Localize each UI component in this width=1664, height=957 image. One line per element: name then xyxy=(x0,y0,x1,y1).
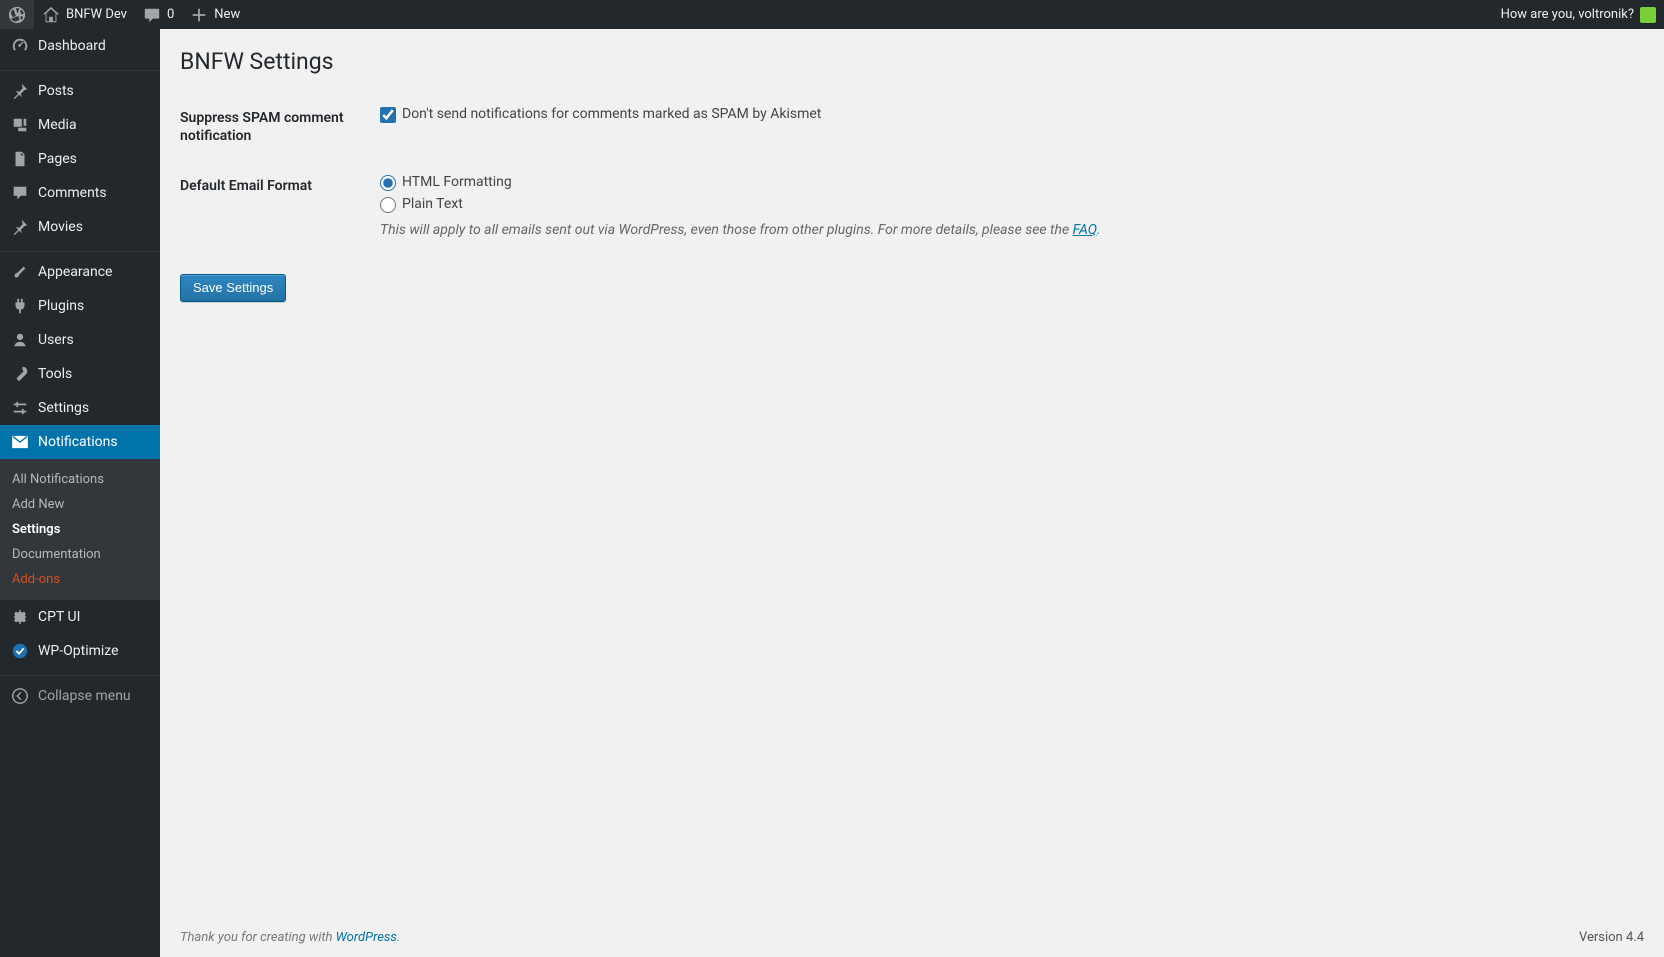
sidebar-separator xyxy=(0,671,160,676)
media-icon xyxy=(10,115,30,135)
wordpress-link[interactable]: WordPress xyxy=(336,930,397,945)
collapse-arrow-icon xyxy=(10,686,30,706)
submenu-item-all-notifications[interactable]: All Notifications xyxy=(0,467,160,492)
howdy-text: How are you, voltronik? xyxy=(1501,7,1634,22)
footer-text: Thank you for creating with xyxy=(180,930,336,945)
email-format-description: This will apply to all emails sent out v… xyxy=(380,221,1634,241)
pin-icon xyxy=(10,217,30,237)
envelope-icon xyxy=(10,432,30,452)
radio-text: Plain Text xyxy=(402,195,463,215)
sidebar-item-label: WP-Optimize xyxy=(38,643,119,659)
email-format-plain-radio[interactable] xyxy=(380,197,396,213)
dashboard-icon xyxy=(10,36,30,56)
sidebar-item-label: Users xyxy=(38,332,74,348)
sidebar-collapse[interactable]: Collapse menu xyxy=(0,679,160,713)
row-label: Suppress SPAM comment notification xyxy=(180,97,380,165)
submenu-item-addons[interactable]: Add-ons xyxy=(0,567,160,592)
comment-icon xyxy=(10,183,30,203)
wrench-icon xyxy=(10,364,30,384)
sidebar-item-plugins[interactable]: Plugins xyxy=(0,289,160,323)
sidebar-item-dashboard[interactable]: Dashboard xyxy=(0,29,160,63)
user-icon xyxy=(10,330,30,350)
row-email-format: Default Email Format HTML Formatting Pla… xyxy=(180,165,1644,260)
new-content-label: New xyxy=(214,7,240,22)
sidebar-separator xyxy=(0,66,160,71)
home-icon xyxy=(42,6,60,24)
avatar xyxy=(1640,7,1656,23)
checkbox-text: Don't send notifications for comments ma… xyxy=(402,105,821,125)
sidebar-item-label: Notifications xyxy=(38,434,118,450)
sidebar-item-users[interactable]: Users xyxy=(0,323,160,357)
sidebar-item-label: Settings xyxy=(38,400,89,416)
gear-icon xyxy=(10,607,30,627)
footer-text: . xyxy=(397,930,400,945)
sidebar-item-notifications[interactable]: Notifications xyxy=(0,425,160,459)
sidebar-item-label: Plugins xyxy=(38,298,84,314)
comments-link[interactable]: 0 xyxy=(135,0,182,29)
admin-bar: BNFW Dev 0 New How are you, voltronik? xyxy=(0,0,1664,29)
page-icon xyxy=(10,149,30,169)
sidebar-collapse-label: Collapse menu xyxy=(38,688,131,704)
sidebar-item-tools[interactable]: Tools xyxy=(0,357,160,391)
sidebar-item-appearance[interactable]: Appearance xyxy=(0,255,160,289)
content-body: BNFW Settings Suppress SPAM comment noti… xyxy=(160,29,1664,957)
brush-icon xyxy=(10,262,30,282)
submenu-item-settings[interactable]: Settings xyxy=(0,517,160,542)
site-name-link[interactable]: BNFW Dev xyxy=(34,0,135,29)
faq-link[interactable]: FAQ xyxy=(1073,222,1097,238)
wp-logo-menu[interactable] xyxy=(0,0,34,29)
email-format-plain-label[interactable]: Plain Text xyxy=(380,195,1634,215)
plugin-icon xyxy=(10,296,30,316)
footer-version: Version 4.4 xyxy=(1579,930,1644,945)
save-settings-button[interactable]: Save Settings xyxy=(180,274,286,302)
sidebar-item-settings[interactable]: Settings xyxy=(0,391,160,425)
page-title: BNFW Settings xyxy=(180,39,1644,79)
admin-footer: Thank you for creating with WordPress. V… xyxy=(160,920,1664,957)
sidebar-separator xyxy=(0,247,160,252)
pin-icon xyxy=(10,81,30,101)
sidebar-item-pages[interactable]: Pages xyxy=(0,142,160,176)
sidebar-item-comments[interactable]: Comments xyxy=(0,176,160,210)
email-format-html-radio[interactable] xyxy=(380,175,396,191)
sidebar-item-cpt-ui[interactable]: CPT UI xyxy=(0,600,160,634)
submenu-item-add-new[interactable]: Add New xyxy=(0,492,160,517)
sidebar-item-label: Comments xyxy=(38,185,107,201)
plus-icon xyxy=(190,6,208,24)
sidebar-item-label: Posts xyxy=(38,83,74,99)
admin-sidebar: Dashboard Posts Media Pages Comments Mov… xyxy=(0,29,160,957)
sidebar-item-label: Tools xyxy=(38,366,72,382)
site-name-label: BNFW Dev xyxy=(66,7,127,22)
wordpress-logo-icon xyxy=(8,6,26,24)
sidebar-item-label: Media xyxy=(38,117,77,133)
sidebar-item-label: Dashboard xyxy=(38,38,106,54)
submenu-item-documentation[interactable]: Documentation xyxy=(0,542,160,567)
check-circle-icon xyxy=(10,641,30,661)
sidebar-item-media[interactable]: Media xyxy=(0,108,160,142)
settings-form-table: Suppress SPAM comment notification Don't… xyxy=(180,97,1644,260)
row-label: Default Email Format xyxy=(180,165,380,260)
sidebar-submenu-notifications: All Notifications Add New Settings Docum… xyxy=(0,459,160,600)
sidebar-item-posts[interactable]: Posts xyxy=(0,74,160,108)
comments-count-label: 0 xyxy=(167,7,174,22)
footer-thanks: Thank you for creating with WordPress. xyxy=(180,930,400,945)
sidebar-item-label: Pages xyxy=(38,151,77,167)
howdy-account[interactable]: How are you, voltronik? xyxy=(1493,7,1664,23)
sidebar-item-movies[interactable]: Movies xyxy=(0,210,160,244)
new-content-link[interactable]: New xyxy=(182,0,248,29)
email-format-html-label[interactable]: HTML Formatting xyxy=(380,173,1634,193)
content-wrap: BNFW Settings Suppress SPAM comment noti… xyxy=(160,29,1664,302)
sidebar-item-label: CPT UI xyxy=(38,609,80,625)
row-suppress-spam: Suppress SPAM comment notification Don't… xyxy=(180,97,1644,165)
radio-text: HTML Formatting xyxy=(402,173,512,193)
suppress-spam-checkbox-label[interactable]: Don't send notifications for comments ma… xyxy=(380,105,1634,125)
submit-row: Save Settings xyxy=(180,274,1644,302)
sliders-icon xyxy=(10,398,30,418)
desc-text: This will apply to all emails sent out v… xyxy=(380,222,1073,238)
suppress-spam-checkbox[interactable] xyxy=(380,107,396,123)
sidebar-item-label: Appearance xyxy=(38,264,112,280)
desc-text: . xyxy=(1097,222,1101,238)
sidebar-item-label: Movies xyxy=(38,219,83,235)
sidebar-item-wp-optimize[interactable]: WP-Optimize xyxy=(0,634,160,668)
comment-bubble-icon xyxy=(143,6,161,24)
